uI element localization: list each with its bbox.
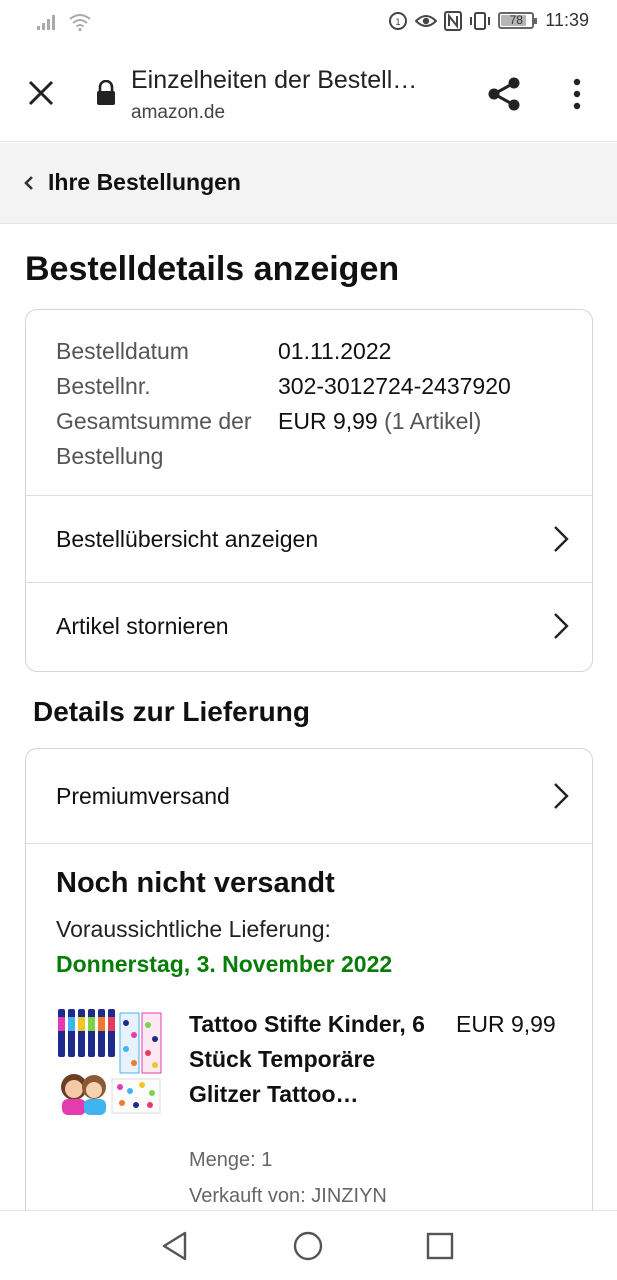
cancel-items-label: Artikel stornieren bbox=[56, 613, 229, 639]
delivery-section-title: Details zur Lieferung bbox=[33, 696, 310, 727]
back-triangle-icon[interactable] bbox=[158, 1229, 192, 1263]
shipping-method-link[interactable]: Premiumversand bbox=[26, 749, 592, 844]
product-quantity: Menge: 1 bbox=[189, 1149, 273, 1171]
eta-date: Donnerstag, 3. November 2022 bbox=[56, 951, 393, 977]
home-circle-icon[interactable] bbox=[291, 1229, 325, 1263]
battery-icon: 78 bbox=[498, 12, 538, 29]
eye-icon bbox=[415, 14, 438, 27]
order-number-row: Bestellnr. 302-3012724-2437920 bbox=[56, 369, 511, 404]
browser-url[interactable]: amazon.de bbox=[131, 102, 225, 124]
order-total-row: Gesamtsumme der Bestellung EUR 9,99 (1 A… bbox=[56, 404, 511, 474]
order-date-label: Bestelldatum bbox=[56, 338, 189, 364]
product-price: EUR 9,99 bbox=[456, 1011, 556, 1037]
back-to-orders-link[interactable]: Ihre Bestellungen bbox=[22, 169, 241, 196]
product-title-link[interactable]: Tattoo Stifte Kinder, 6 Stück Temporäre … bbox=[189, 1007, 429, 1112]
chevron-right-icon bbox=[554, 613, 569, 639]
order-date-row: Bestelldatum 01.11.2022 bbox=[56, 334, 511, 369]
order-total-value: EUR 9,99 bbox=[278, 408, 378, 434]
order-summary-card: Bestelldatum 01.11.2022 Bestellnr. 302-3… bbox=[25, 309, 593, 672]
view-order-summary-label: Bestellübersicht anzeigen bbox=[56, 526, 319, 552]
battery-level: 78 bbox=[509, 13, 523, 27]
close-button[interactable] bbox=[22, 74, 60, 112]
product-image[interactable] bbox=[56, 1007, 162, 1115]
delivery-card: Premiumversand Noch nicht versandt Vorau… bbox=[25, 748, 593, 1248]
chevron-right-icon bbox=[554, 526, 569, 552]
shipment-status: Noch nicht versandt bbox=[56, 867, 335, 899]
status-bar: 1 78 11:39 bbox=[0, 0, 617, 46]
browser-page-title[interactable]: Einzelheiten der Bestell… bbox=[131, 66, 451, 95]
more-vert-icon[interactable] bbox=[562, 74, 592, 114]
browser-toolbar: Einzelheiten der Bestell… amazon.de bbox=[0, 46, 617, 142]
breadcrumb-label: Ihre Bestellungen bbox=[48, 169, 241, 195]
order-item-count: (1 Artikel) bbox=[384, 408, 482, 434]
sync-icon: 1 bbox=[389, 11, 408, 30]
breadcrumb: Ihre Bestellungen bbox=[0, 143, 617, 224]
status-right: 1 78 11:39 bbox=[388, 10, 589, 31]
cancel-items-link[interactable]: Artikel stornieren bbox=[26, 582, 592, 670]
status-time: 11:39 bbox=[545, 10, 589, 30]
page-title: Bestelldetails anzeigen bbox=[25, 250, 400, 288]
lock-icon bbox=[97, 80, 115, 105]
system-nav-bar bbox=[0, 1210, 617, 1280]
close-icon bbox=[28, 80, 54, 106]
product-seller: Verkauft von: JINZIYN bbox=[189, 1185, 387, 1207]
chevron-right-icon bbox=[554, 783, 569, 809]
shipping-method-label: Premiumversand bbox=[56, 782, 230, 809]
order-total-label: Gesamtsumme der Bestellung bbox=[56, 408, 252, 469]
order-summary-grid: Bestelldatum 01.11.2022 Bestellnr. 302-3… bbox=[56, 334, 511, 474]
signal-icon bbox=[37, 15, 55, 30]
share-icon[interactable] bbox=[484, 74, 524, 114]
svg-text:1: 1 bbox=[395, 18, 401, 28]
wifi-icon bbox=[69, 14, 91, 32]
status-left bbox=[36, 12, 92, 32]
order-date-value: 01.11.2022 bbox=[278, 338, 392, 364]
nfc-icon bbox=[444, 10, 463, 31]
vibrate-icon bbox=[470, 11, 491, 30]
order-total-value-wrap: EUR 9,99 (1 Artikel) bbox=[278, 404, 481, 474]
chevron-left-icon bbox=[24, 175, 33, 190]
view-order-summary-link[interactable]: Bestellübersicht anzeigen bbox=[26, 495, 592, 583]
eta-label: Voraussichtliche Lieferung: bbox=[56, 916, 331, 942]
order-number-value: 302-3012724-2437920 bbox=[278, 373, 511, 399]
order-number-label: Bestellnr. bbox=[56, 373, 151, 399]
recents-square-icon[interactable] bbox=[423, 1229, 457, 1263]
